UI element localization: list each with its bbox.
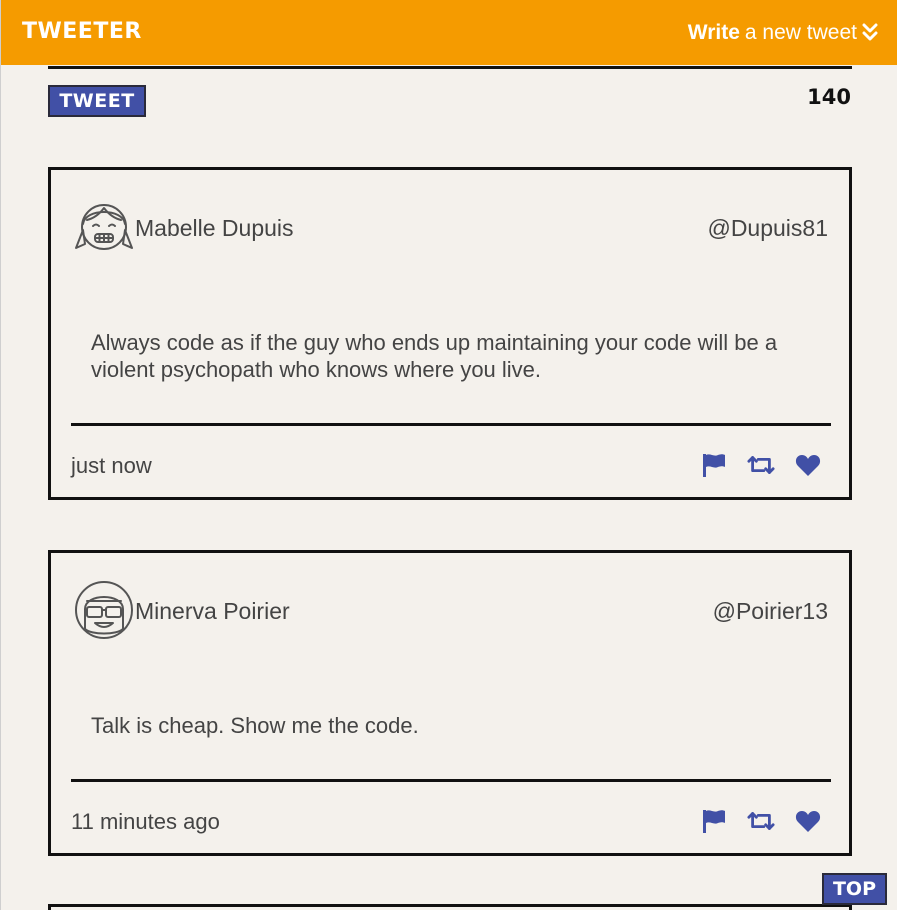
tweet-submit-button[interactable]: TWEET [48,85,146,117]
compose-toggle-label: a new tweet [744,21,857,44]
scroll-top-button[interactable]: TOP [822,873,887,905]
heart-icon[interactable] [794,807,822,835]
tweet-content: Always code as if the guy who ends up ma… [91,330,778,382]
tweet-actions [700,807,822,835]
tweet-author-name: Minerva Poirier [135,598,290,624]
tweet-divider [71,423,831,426]
tweet-author-handle: @Dupuis81 [707,215,828,241]
compose-toggle-bold: Write [687,21,740,44]
tweet-actions [700,451,822,479]
flag-icon[interactable] [700,807,728,835]
character-counter: 140 [807,85,851,109]
brand-logo[interactable]: TWEETER [22,18,142,46]
flag-icon[interactable] [700,451,728,479]
tweet-divider [71,779,831,782]
tweet-timestamp: just now [71,453,152,478]
retweet-icon[interactable] [747,451,775,479]
tweet-timestamp: 11 minutes ago [71,809,220,834]
heart-icon[interactable] [794,451,822,479]
tweet-card [48,904,852,910]
compose-toggle[interactable]: Write a new tweet [688,20,878,46]
tweet-card: Mabelle Dupuis @Dupuis81 Always code as … [48,167,852,500]
tweet-card: Minerva Poirier @Poirier13 Talk is cheap… [48,550,852,856]
nav-bar: TWEETER Write a new tweet [1,0,897,65]
tweet-author-handle: @Poirier13 [712,598,828,624]
tweet-content: Talk is cheap. Show me the code. [91,713,419,738]
sunglasses-avatar-icon [73,579,135,641]
tweet-author-name: Mabelle Dupuis [135,215,294,241]
retweet-icon[interactable] [747,807,775,835]
girl-pigtails-avatar-icon [73,196,135,258]
page: TWEETER Write a new tweet TWEET 140 Mabe… [0,0,897,910]
composer-textarea-underline[interactable] [48,66,852,69]
double-chevron-down-icon [862,23,878,43]
